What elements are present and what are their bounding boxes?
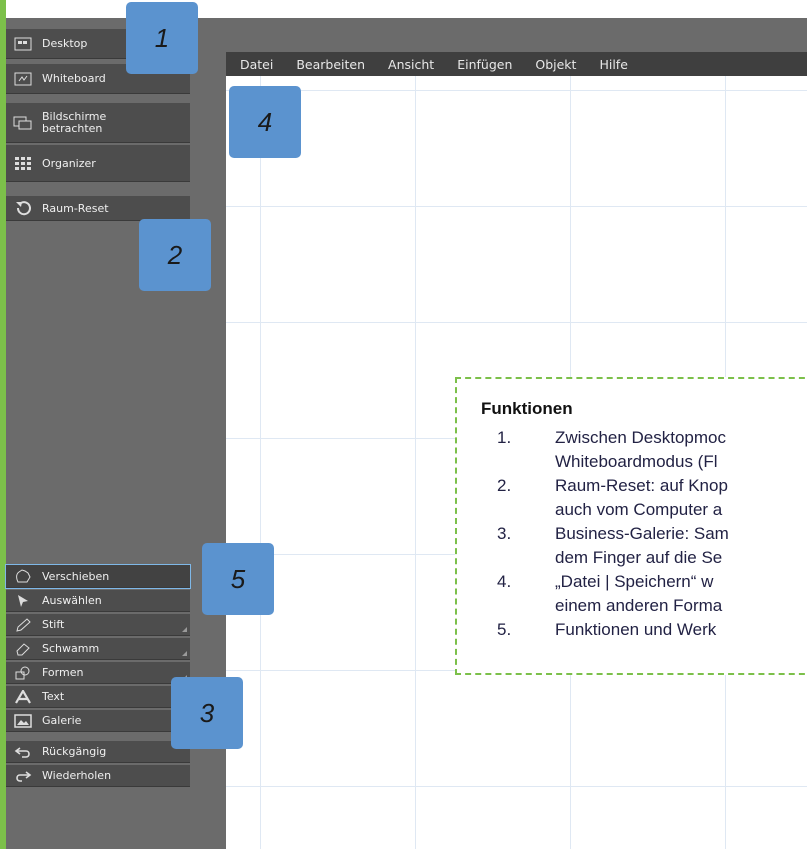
hand-icon [12, 568, 34, 584]
item-number: 1. [497, 428, 512, 447]
whiteboard-label: Whiteboard [42, 72, 106, 85]
tool-move-label: Verschieben [42, 569, 110, 583]
monitors-button[interactable]: Bildschirme betrachten [6, 103, 190, 143]
item-number: 3. [497, 524, 512, 543]
gallery-icon [12, 713, 34, 729]
tool-select-label: Auswählen [42, 594, 102, 607]
tool-shapes-label: Formen [42, 666, 84, 679]
callout-1: 1 [126, 2, 198, 74]
tool-text-button[interactable]: Text [6, 686, 190, 708]
tool-text-label: Text [42, 690, 65, 703]
redo-button[interactable]: Wiederholen [6, 765, 190, 787]
item-text: Zwischen Desktopmoc Whiteboardmodus (Fl [555, 428, 727, 471]
redo-icon [12, 768, 34, 784]
expand-corner-icon [182, 627, 187, 632]
tool-gallery-button[interactable]: Galerie [6, 710, 190, 732]
list-item: 3. Business-Galerie: Sam dem Finger auf d… [497, 522, 807, 570]
reset-icon [12, 200, 34, 216]
list-item: 1. Zwischen Desktopmoc Whiteboardmodus (F… [497, 426, 807, 474]
callout-4: 4 [229, 86, 301, 158]
text-icon [12, 689, 34, 705]
expand-corner-icon [182, 651, 187, 656]
item-text: Raum-Reset: auf Knop auch vom Computer a [555, 476, 728, 519]
callout-3: 3 [171, 677, 243, 749]
tool-eraser-button[interactable]: Schwamm [6, 638, 190, 660]
tool-gallery-label: Galerie [42, 714, 82, 727]
item-number: 4. [497, 572, 512, 591]
menu-objekt[interactable]: Objekt [535, 57, 576, 72]
eraser-icon [12, 641, 34, 657]
redo-label: Wiederholen [42, 769, 112, 782]
desktop-label: Desktop [42, 37, 88, 50]
item-text: „Datei | Speichern“ w einem anderen Form… [555, 572, 723, 615]
tool-select-button[interactable]: Auswählen [6, 590, 190, 612]
monitors-icon [12, 115, 34, 131]
menu-ansicht[interactable]: Ansicht [388, 57, 434, 72]
tool-eraser-label: Schwamm [42, 642, 100, 655]
pen-icon [12, 617, 34, 633]
item-text: Funktionen und Werk [555, 620, 717, 639]
tool-pen-label: Stift [42, 618, 65, 631]
list-item: 4. „Datei | Speichern“ w einem anderen Fo… [497, 570, 807, 618]
undo-label: Rückgängig [42, 745, 107, 758]
item-number: 5. [497, 620, 512, 639]
organizer-button[interactable]: Organizer [6, 145, 190, 182]
undo-button[interactable]: Rückgängig [6, 741, 190, 763]
whiteboard-icon [12, 71, 34, 87]
tool-move-button[interactable]: Verschieben [5, 564, 191, 589]
callout-5: 5 [202, 543, 274, 615]
room-reset-button[interactable]: Raum-Reset [6, 196, 190, 221]
desktop-icon [12, 36, 34, 52]
menu-hilfe[interactable]: Hilfe [599, 57, 627, 72]
monitors-label: Bildschirme betrachten [42, 109, 107, 135]
organizer-label: Organizer [42, 156, 96, 170]
menu-datei[interactable]: Datei [240, 57, 273, 72]
list-item: 5. Funktionen und Werk [497, 618, 807, 642]
menu-bearbeiten[interactable]: Bearbeiten [296, 57, 365, 72]
item-text: Business-Galerie: Sam dem Finger auf die… [555, 524, 729, 567]
title-area [226, 18, 807, 52]
functions-box: Funktionen 1. Zwischen Desktopmoc Whitebo… [455, 377, 807, 675]
functions-list: 1. Zwischen Desktopmoc Whiteboardmodus (F… [497, 426, 807, 642]
grid-icon [12, 155, 34, 171]
item-number: 2. [497, 476, 512, 495]
callout-2: 2 [139, 219, 211, 291]
pointer-icon [12, 593, 34, 609]
tool-shapes-button[interactable]: Formen [6, 662, 190, 684]
menu-einfuegen[interactable]: Einfügen [457, 57, 512, 72]
shapes-icon [12, 665, 34, 681]
functions-title: Funktionen [481, 399, 573, 418]
room-reset-label: Raum-Reset [42, 201, 109, 215]
tool-pen-button[interactable]: Stift [6, 614, 190, 636]
menu-bar: Datei Bearbeiten Ansicht Einfügen Objekt… [226, 52, 807, 76]
list-item: 2. Raum-Reset: auf Knop auch vom Computer… [497, 474, 807, 522]
undo-icon [12, 744, 34, 760]
